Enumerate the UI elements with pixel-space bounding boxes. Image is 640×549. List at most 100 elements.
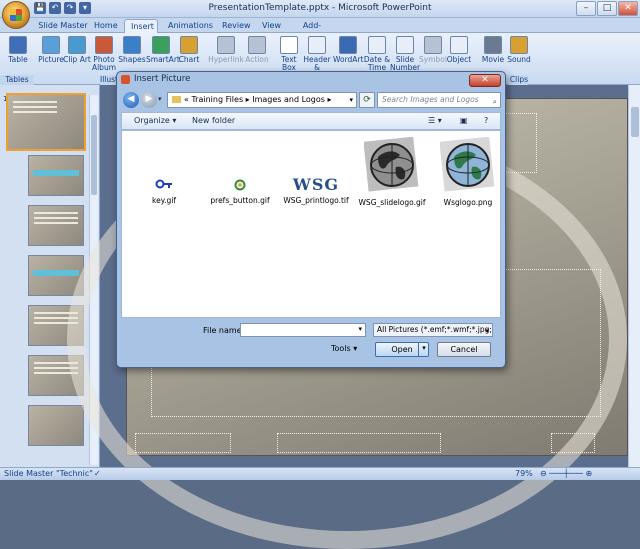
table-button[interactable]: Table bbox=[3, 35, 33, 64]
address-bar[interactable]: « Training Files ▸ Images and Logos ▸ ▾ bbox=[167, 92, 357, 108]
forward-button[interactable]: ▶ bbox=[141, 92, 157, 108]
file-item-prefs-button[interactable]: prefs_button.gif bbox=[204, 179, 276, 205]
spell-check-icon[interactable]: ✓ bbox=[94, 469, 101, 478]
file-type-value: All Pictures (*.emf;*.wmf;*.jpg; bbox=[377, 325, 492, 334]
file-name: WSG_printlogo.tif bbox=[283, 196, 349, 205]
action-label: Action bbox=[245, 55, 269, 64]
chart-button[interactable]: Chart bbox=[174, 35, 204, 64]
slide-thumbnail[interactable] bbox=[28, 205, 84, 246]
path-segment-training-files[interactable]: Training Files bbox=[191, 95, 243, 104]
clip-art-button[interactable]: Clip Art bbox=[62, 35, 92, 64]
preview-pane-icon[interactable]: ▣ bbox=[460, 116, 468, 125]
object-button[interactable]: Object bbox=[444, 35, 474, 64]
chevron-down-icon[interactable]: ▾ bbox=[358, 325, 362, 333]
file-type-select[interactable]: All Pictures (*.emf;*.wmf;*.jpg; ▾ bbox=[373, 323, 493, 337]
slide-thumbnail-master[interactable] bbox=[6, 93, 86, 151]
action-icon bbox=[248, 36, 266, 54]
textbox-icon bbox=[280, 36, 298, 54]
slide-thumbnail[interactable] bbox=[28, 405, 84, 446]
path-segment-images-and-logos[interactable]: Images and Logos bbox=[252, 95, 325, 104]
back-button[interactable]: ◀ bbox=[123, 92, 139, 108]
tab-insert[interactable]: Insert bbox=[124, 19, 158, 33]
file-item-key[interactable]: key.gif bbox=[128, 177, 200, 205]
help-icon[interactable]: ? bbox=[484, 116, 488, 125]
zoom-level[interactable]: 79% bbox=[515, 469, 533, 478]
refresh-button[interactable]: ⟳ bbox=[359, 92, 375, 108]
symbol-icon bbox=[424, 36, 442, 54]
close-button[interactable]: ✕ bbox=[618, 1, 638, 16]
office-button[interactable] bbox=[2, 1, 30, 29]
slide-number-placeholder[interactable] bbox=[551, 433, 595, 453]
tab-slide-master[interactable]: Slide Master bbox=[32, 19, 94, 33]
tab-review[interactable]: Review bbox=[216, 19, 254, 33]
tab-view[interactable]: View bbox=[256, 19, 286, 33]
file-name: prefs_button.gif bbox=[210, 196, 270, 205]
picture-icon bbox=[42, 36, 60, 54]
title-bar: 💾 ↶ ↷ ▾ PresentationTemplate.pptx - Micr… bbox=[0, 0, 640, 18]
file-name-input[interactable]: ▾ bbox=[240, 323, 366, 337]
open-options-dropdown[interactable]: ▾ bbox=[418, 342, 429, 357]
dialog-app-icon bbox=[121, 75, 130, 84]
sound-label: Sound bbox=[507, 55, 531, 64]
wsg-logo-icon: WSG bbox=[292, 175, 340, 194]
path-overflow[interactable]: « bbox=[184, 95, 189, 104]
footer-placeholder[interactable] bbox=[277, 433, 441, 453]
header-footer-icon bbox=[308, 36, 326, 54]
dialog-command-bar: Organize ▾ New folder ☰ ▾ ▣ ? bbox=[121, 112, 501, 130]
date-time-button[interactable]: Date & Time bbox=[362, 35, 392, 72]
status-bar: Slide Master "Technic" ✓ 79% ⊖ ───┼─── ⊕ bbox=[0, 467, 640, 480]
text-box-button[interactable]: Text Box bbox=[274, 35, 304, 72]
file-item-wsglogo[interactable]: Wsglogo.png bbox=[432, 136, 504, 207]
recent-locations-icon[interactable]: ▾ bbox=[158, 95, 162, 103]
picture-label: Picture bbox=[38, 55, 64, 64]
tools-button[interactable]: Tools ▾ bbox=[331, 344, 357, 353]
address-dropdown-icon[interactable]: ▾ bbox=[349, 93, 353, 107]
cancel-button[interactable]: Cancel bbox=[437, 342, 491, 357]
action-button[interactable]: Action bbox=[242, 35, 272, 64]
slide-scrollbar[interactable] bbox=[628, 85, 640, 467]
file-item-wsg-printlogo[interactable]: WSG WSG_printlogo.tif bbox=[280, 175, 352, 206]
smartart-button[interactable]: SmartArt bbox=[146, 35, 180, 64]
key-icon bbox=[155, 179, 172, 189]
organize-button[interactable]: Organize ▾ bbox=[134, 116, 176, 125]
zoom-slider[interactable]: ⊖ ───┼─── ⊕ bbox=[540, 469, 592, 478]
maximize-button[interactable]: □ bbox=[597, 1, 617, 16]
wordart-button[interactable]: WordArt bbox=[333, 35, 363, 64]
text-box-label: Text Box bbox=[281, 55, 297, 72]
photo-album-icon bbox=[95, 36, 113, 54]
clipart-icon bbox=[68, 36, 86, 54]
file-list: key.gif prefs_button.gif WSG WSG_printlo… bbox=[121, 130, 501, 318]
tab-home[interactable]: Home bbox=[88, 19, 122, 33]
window-controls: – □ ✕ bbox=[576, 1, 638, 16]
dialog-close-button[interactable]: ✕ bbox=[469, 74, 501, 87]
photo-album-button[interactable]: Photo Album bbox=[89, 35, 119, 72]
minimize-button[interactable]: – bbox=[576, 1, 596, 16]
sound-button[interactable]: Sound bbox=[504, 35, 534, 64]
date-placeholder[interactable] bbox=[135, 433, 231, 453]
ribbon-tab-bar: Slide Master Home Insert Animations Revi… bbox=[0, 18, 640, 43]
file-name: Wsglogo.png bbox=[443, 198, 493, 207]
globe-icon bbox=[363, 136, 419, 192]
slide-number-button[interactable]: Slide Number bbox=[390, 35, 420, 72]
views-icon[interactable]: ☰ ▾ bbox=[428, 116, 442, 125]
group-label-tables: Tables bbox=[0, 75, 34, 85]
object-icon bbox=[450, 36, 468, 54]
folder-icon bbox=[172, 96, 181, 103]
shapes-label: Shapes bbox=[118, 55, 146, 64]
shapes-button[interactable]: Shapes bbox=[117, 35, 147, 64]
tab-add-ins[interactable]: Add-Ins bbox=[292, 19, 332, 43]
search-icon: ⌕ bbox=[492, 97, 497, 106]
prefs-button-icon bbox=[234, 179, 246, 191]
new-folder-button[interactable]: New folder bbox=[192, 116, 235, 125]
tab-animations[interactable]: Animations bbox=[162, 19, 213, 33]
path-separator[interactable]: ▸ bbox=[328, 95, 332, 104]
chevron-down-icon[interactable]: ▾ bbox=[485, 325, 489, 336]
file-name-label: File name: bbox=[203, 326, 245, 335]
hyperlink-button[interactable]: Hyperlink bbox=[208, 35, 244, 64]
wordart-label: WordArt bbox=[333, 55, 364, 64]
search-input[interactable]: Search Images and Logos ⌕ bbox=[377, 92, 501, 108]
movie-label: Movie bbox=[481, 55, 505, 64]
slide-thumbnail[interactable] bbox=[28, 155, 84, 196]
file-item-wsg-slidelogo[interactable]: WSG_slidelogo.gif bbox=[356, 136, 428, 207]
path-separator[interactable]: ▸ bbox=[246, 95, 250, 104]
